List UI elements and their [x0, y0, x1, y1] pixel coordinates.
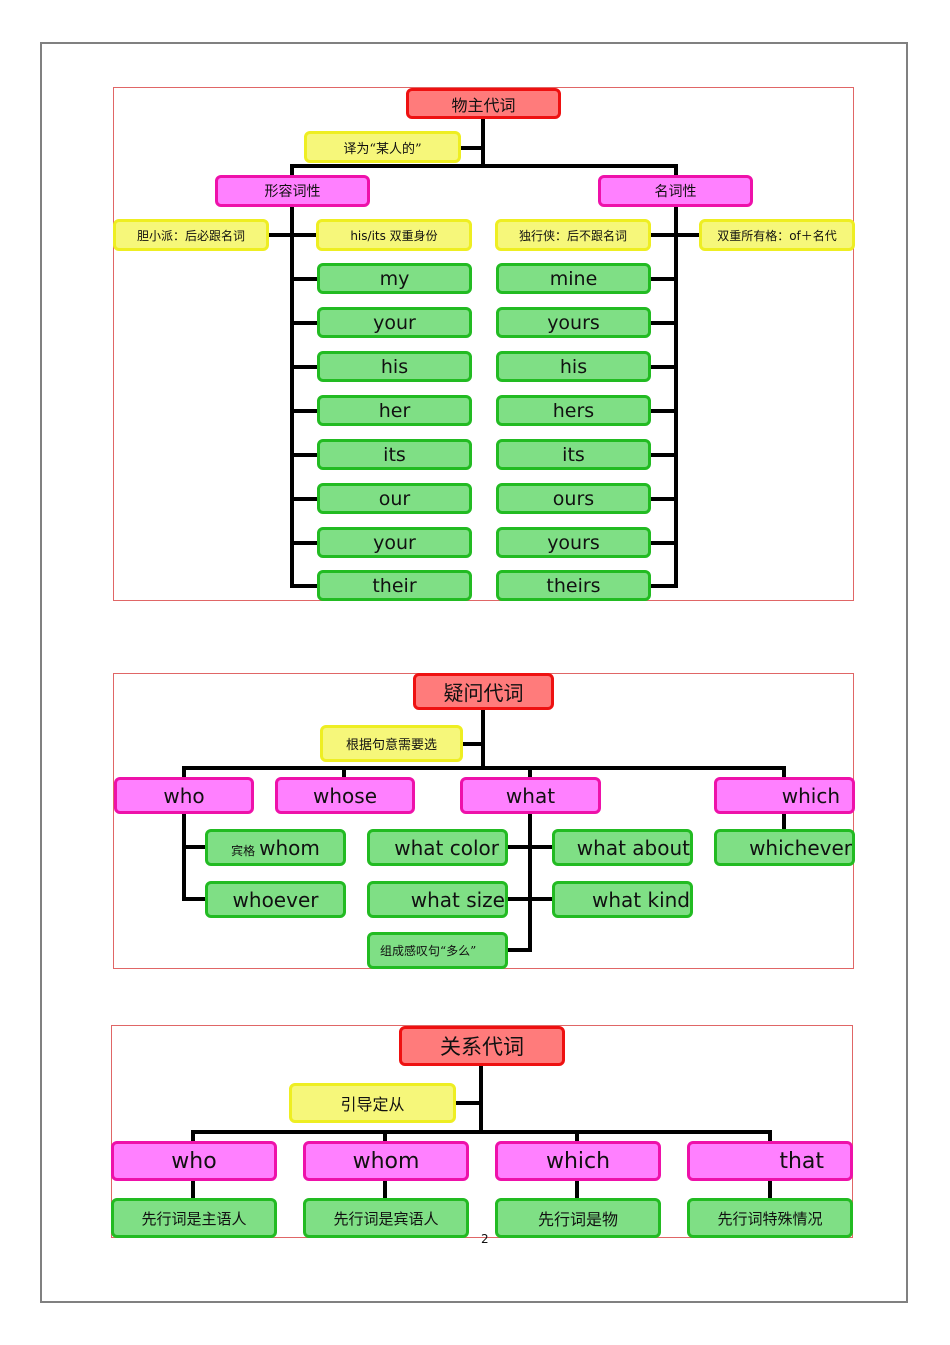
branch-which-label: which	[781, 783, 840, 808]
possessive-pronoun-root: 物主代词	[406, 88, 561, 119]
noun-left-note: 独行侠：后不跟名词	[495, 219, 651, 251]
relative-leaf-which: 先行词是物	[495, 1198, 661, 1238]
noun-right-note: 双重所有格：of＋名代	[699, 219, 855, 251]
noun-category: 名词性	[598, 175, 753, 207]
adjective-left-note: 胆小派：后必跟名词	[113, 219, 269, 251]
relative-branch-who: who	[111, 1141, 277, 1181]
leaf-whichever: whichever	[714, 829, 855, 866]
adjective-item: your	[317, 307, 472, 338]
leaf-what-color: what color	[367, 829, 508, 866]
interrogative-note: 根据句意需要选	[320, 725, 463, 762]
adjective-item: her	[317, 395, 472, 426]
relative-branch-that-label: that	[779, 1148, 824, 1174]
noun-item: ours	[496, 483, 651, 514]
leaf-exclamation: 组成感叹句“多么”	[367, 932, 508, 969]
adjective-item: my	[317, 263, 472, 294]
leaf-what-about: what about	[552, 829, 693, 866]
relative-leaf-who: 先行词是主语人	[111, 1198, 277, 1238]
adjective-item: your	[317, 527, 472, 558]
relative-leaf-that: 先行词特殊情况	[687, 1198, 853, 1238]
leaf-whom: 宾格 whom	[205, 829, 346, 866]
relative-branch-that: that	[687, 1141, 853, 1181]
branch-whose: whose	[275, 777, 415, 814]
branch-which: which	[714, 777, 855, 814]
leaf-what-kind: what kind	[552, 881, 693, 918]
adjective-item: their	[317, 570, 472, 601]
relative-note: 引导定从	[289, 1083, 456, 1123]
noun-item: theirs	[496, 570, 651, 601]
noun-item: yours	[496, 307, 651, 338]
relative-branch-whom: whom	[303, 1141, 469, 1181]
page-number: 2	[481, 1232, 489, 1246]
branch-what: what	[460, 777, 601, 814]
diagram2-frame	[113, 673, 854, 969]
relative-branch-which: which	[495, 1141, 661, 1181]
relative-pronoun-root: 关系代词	[399, 1026, 565, 1066]
adjective-item: its	[317, 439, 472, 470]
leaf-what-size: what size	[367, 881, 508, 918]
adjective-item: his	[317, 351, 472, 382]
branch-who: who	[114, 777, 254, 814]
interrogative-pronoun-root: 疑问代词	[413, 673, 554, 710]
leaf-whom-prefix: 宾格	[231, 844, 256, 858]
noun-item: hers	[496, 395, 651, 426]
possessive-note: 译为“某人的”	[304, 131, 461, 163]
noun-item: his	[496, 351, 651, 382]
leaf-whom-text: whom	[259, 835, 320, 860]
noun-item: yours	[496, 527, 651, 558]
relative-leaf-whom: 先行词是宾语人	[303, 1198, 469, 1238]
diagram1-frame	[113, 87, 854, 601]
noun-item: its	[496, 439, 651, 470]
noun-item: mine	[496, 263, 651, 294]
adjective-item: our	[317, 483, 472, 514]
adjective-right-note: his/its 双重身份	[316, 219, 472, 251]
adjective-category: 形容词性	[215, 175, 370, 207]
leaf-whoever: whoever	[205, 881, 346, 918]
